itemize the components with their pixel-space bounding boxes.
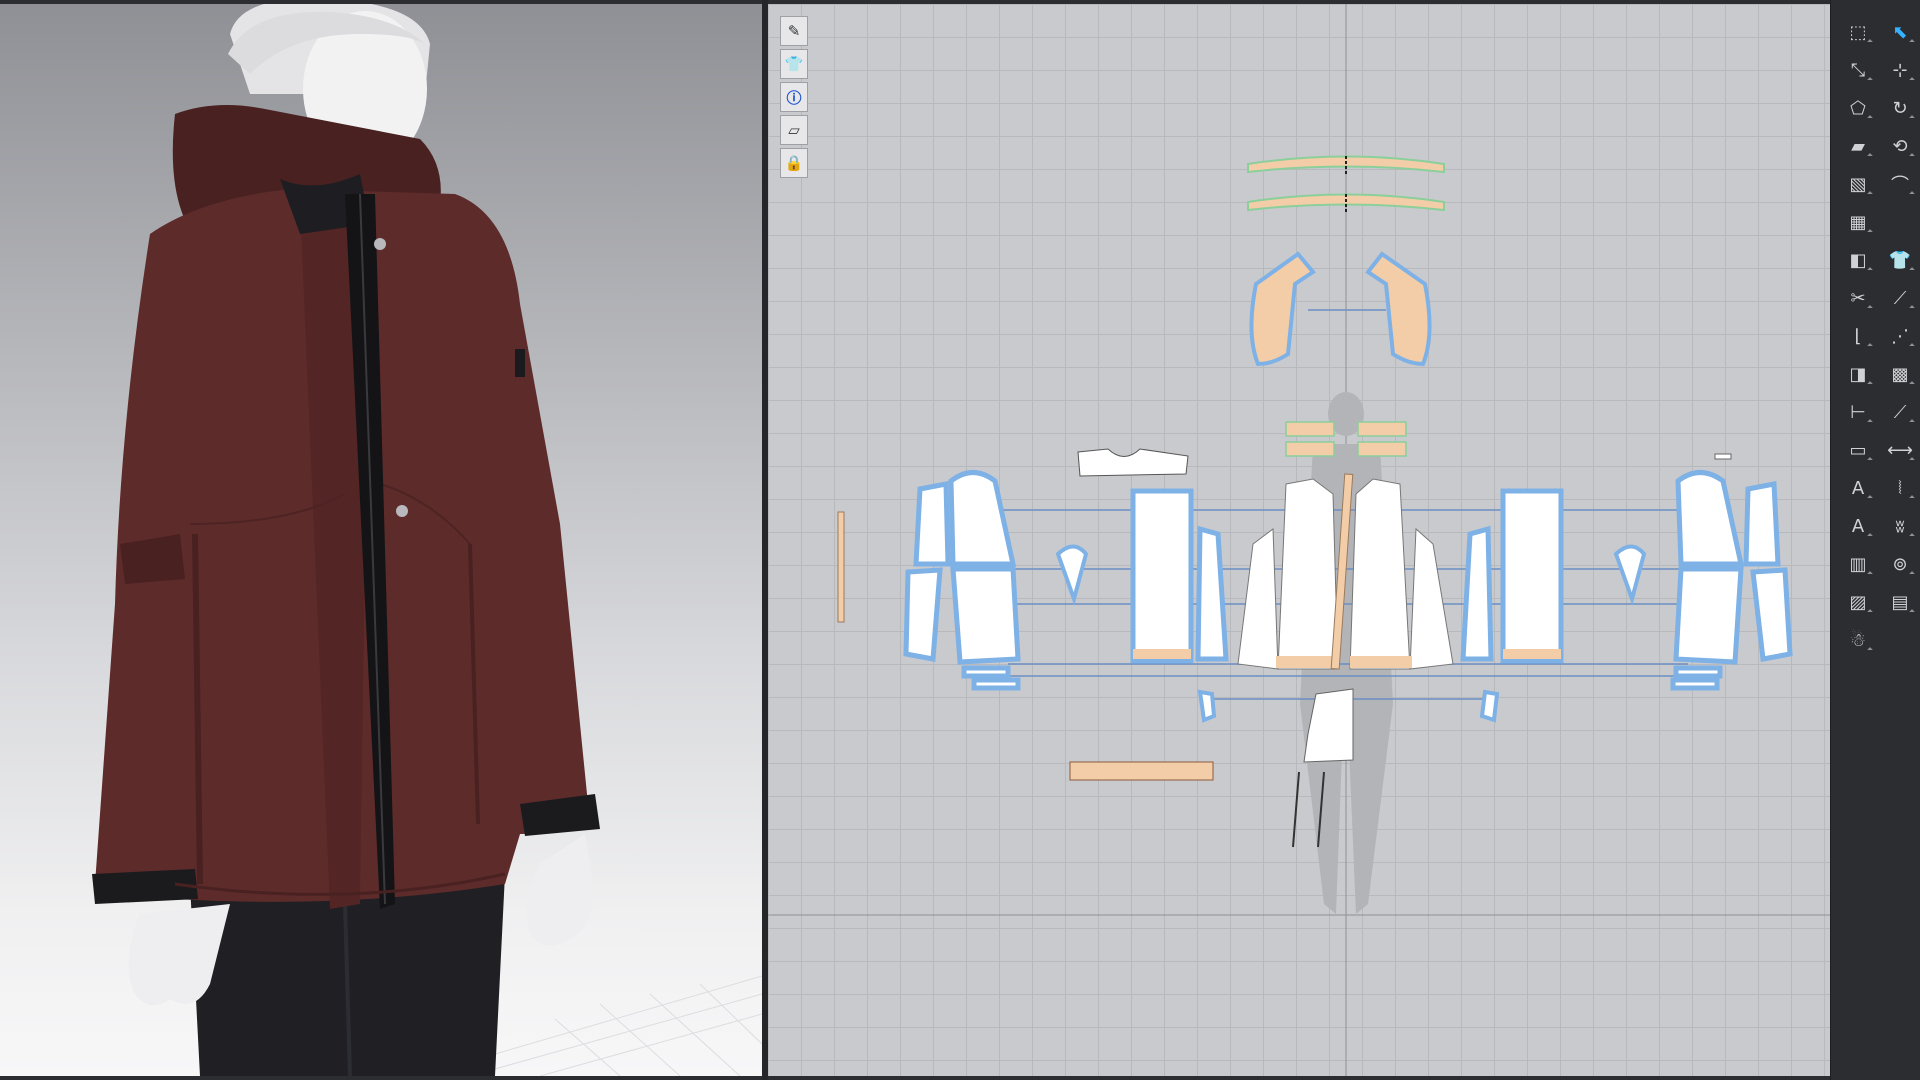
notch-icon[interactable]: ⌊	[1839, 318, 1877, 354]
shirt-icon[interactable]: 👕	[1881, 242, 1919, 278]
curve-point-icon[interactable]: ↻	[1881, 90, 1919, 126]
polygon-icon[interactable]: ⬠	[1839, 90, 1877, 126]
tool-grid: ⬚ ⬉ ⤡ ⊹ ⬠ ↻ ▰ ⟲ ▧ ⌒ ▦ ◧ 👕 ✂ ⟋ ⌊ ⋰ ◨ ▩ ⊢ ⟋ ▭ ⟷ A ⦚ Aʬ ▥ ⊚ ▨ ▤ ☃	[1839, 14, 1920, 660]
edit-point-icon[interactable]: ⬉	[1881, 14, 1919, 50]
sheet-icon[interactable]: ▱	[780, 115, 808, 145]
add-point-icon[interactable]: ⊹	[1881, 52, 1919, 88]
cut-icon[interactable]: ✂	[1839, 280, 1877, 316]
edit-curve-icon[interactable]: ⤡	[1839, 52, 1877, 88]
print-icon[interactable]: ▨	[1839, 584, 1877, 620]
segment-icon[interactable]: ▭	[1839, 432, 1877, 468]
avatar-icon[interactable]: ☃	[1839, 622, 1877, 658]
edit-pattern-icon[interactable]: ✎	[780, 16, 808, 46]
pattern-mini-toolbar: ✎ 👕 ⓘ ▱ 🔒	[780, 16, 810, 178]
jacket	[92, 105, 600, 909]
internal-polygon-icon[interactable]: ⟲	[1881, 128, 1919, 164]
tool-palette: ⬚ ⬉ ⤡ ⊹ ⬠ ↻ ▰ ⟲ ▧ ⌒ ▦ ◧ 👕 ✂ ⟋ ⌊ ⋰ ◨ ▩ ⊢ ⟋ ▭ ⟷ A ⦚ Aʬ ▥ ⊚ ▨ ▤ ☃	[1830, 0, 1920, 1080]
garment-icon[interactable]: 👕	[780, 49, 808, 79]
text-icon[interactable]: A	[1839, 470, 1877, 506]
back-yoke	[1077, 448, 1189, 477]
info-icon[interactable]: ⓘ	[780, 82, 808, 112]
transform-pattern-icon[interactable]: ⬚	[1839, 14, 1877, 50]
empty-slot	[1881, 204, 1919, 240]
puckering-icon[interactable]: ▩	[1881, 356, 1919, 392]
grading-icon[interactable]: ▥	[1839, 546, 1877, 582]
text-large-icon[interactable]: A	[1839, 508, 1877, 544]
pattern-layout	[768, 4, 1830, 1076]
left-sleeve-pieces	[903, 470, 1021, 691]
avatar-lock-icon[interactable]: 🔒	[780, 148, 808, 178]
tape-icon[interactable]: ⟷	[1881, 432, 1919, 468]
empty-slot	[1881, 622, 1919, 658]
button-icon[interactable]: ⊚	[1881, 546, 1919, 582]
sew-icon[interactable]: ⟋	[1881, 280, 1919, 316]
zipper-icon[interactable]: ⦚	[1881, 470, 1919, 506]
app-window: ✎ 👕 ⓘ ▱ 🔒 ⬚ ⬉ ⤡ ⊹ ⬠ ↻ ▰ ⟲ ▧ ⌒ ▦ ◧ 👕 ✂ ⟋ ⌊ ⋰ ◨ ▩ ⊢ ⟋ ▭ ⟷ A ⦚ Aʬ ▥ ⊚ ▨ ▤ ☃	[0, 0, 1920, 1080]
trace-icon[interactable]: ▧	[1839, 166, 1877, 202]
grain-icon[interactable]: ▦	[1839, 204, 1877, 240]
stitch-icon[interactable]: ⋰	[1881, 318, 1919, 354]
layer-icon[interactable]: ◨	[1839, 356, 1877, 392]
viewport-3d[interactable]	[0, 4, 762, 1076]
ruler-icon[interactable]: ⟋	[1881, 394, 1919, 430]
topstitch-icon[interactable]: ʬ	[1881, 508, 1919, 544]
avatar-garment-render	[92, 4, 762, 1076]
waist-band	[1069, 761, 1214, 781]
measure-icon[interactable]: ⊢	[1839, 394, 1877, 430]
right-sleeve-pieces	[1670, 470, 1793, 691]
iron-icon[interactable]: ⌒	[1881, 166, 1919, 202]
fold-icon[interactable]: ◧	[1839, 242, 1877, 278]
hood-pieces	[1249, 251, 1432, 367]
loop-strap	[837, 511, 845, 623]
label-tab	[1714, 453, 1732, 460]
table-icon[interactable]: ▤	[1881, 584, 1919, 620]
rectangle-icon[interactable]: ▰	[1839, 128, 1877, 164]
viewport-2d-pattern[interactable]: ✎ 👕 ⓘ ▱ 🔒	[768, 4, 1830, 1076]
